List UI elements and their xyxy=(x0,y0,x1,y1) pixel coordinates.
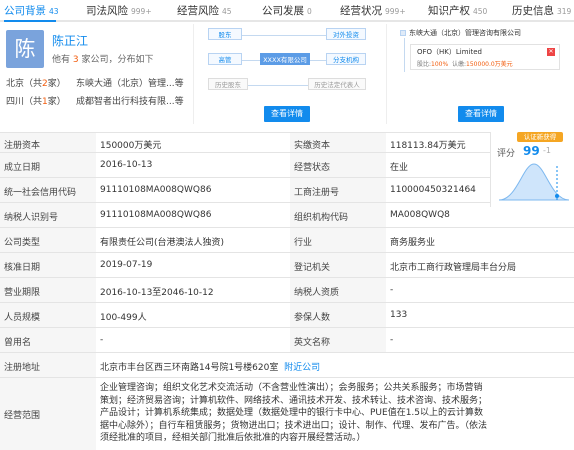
score-value: 99 xyxy=(523,144,540,158)
registered-address: 北京市丰台区西三环南路14号院1号楼620室 附近公司 xyxy=(100,363,321,373)
score-card[interactable]: 认证新获得 评分 99 -1 xyxy=(490,132,574,207)
person-description: 他有 3 家公司，分布如下 xyxy=(52,55,154,65)
parent-company[interactable]: 东峡大通（北京）管理咨询有限公司 xyxy=(400,28,521,38)
table-row: 统一社会信用代码 91110108MA008QWQ86 工商注册号 110000… xyxy=(0,177,574,202)
avatar: 陈 xyxy=(6,30,44,68)
node-company-center: XXXX有限公司 xyxy=(260,53,310,65)
tab-company-background[interactable]: 公司背景 43 xyxy=(4,2,59,20)
investment-company-name: OFO（HK）Limited xyxy=(417,48,483,56)
node-investment: 对外投资 xyxy=(326,28,366,40)
investment-card[interactable]: OFO（HK）Limited ✕ 股比:100% 认缴:150000.0万美元 xyxy=(410,44,560,70)
nearby-companies-link[interactable]: 附近公司 xyxy=(284,363,320,373)
node-history-shareholder: 历史股东 xyxy=(208,78,248,90)
panel-divider xyxy=(386,24,387,124)
person-name[interactable]: 陈正江 xyxy=(52,32,88,49)
business-scope: 企业管理咨询；组织文化艺术交流活动（不含营业性演出）；会务服务；公共关系服务；市… xyxy=(100,383,488,443)
table-row: 人员规模 100-499人 参保人数 133 xyxy=(0,302,574,327)
region-row-sichuan[interactable]: 四川（共1家） 成都智者出行科技有限...等 xyxy=(6,94,184,107)
table-row: 纳税人识别号 91110108MA008QWQ86 组织机构代码 MA008QW… xyxy=(0,202,574,227)
tab-judicial-risk[interactable]: 司法风险 999+ xyxy=(86,2,152,20)
table-row: 公司类型 有限责任公司(台港澳法人独资) 行业 商务服务业 xyxy=(0,227,574,252)
node-executive: 高管 xyxy=(208,53,242,65)
tab-history-info[interactable]: 历史信息 319 xyxy=(512,2,571,20)
node-shareholder: 股东 xyxy=(208,28,242,40)
table-row: 经营范围 企业管理咨询；组织文化艺术交流活动（不含营业性演出）；会务服务；公共关… xyxy=(0,377,574,450)
tab-intellectual-property[interactable]: 知识产权 450 xyxy=(428,2,487,20)
table-row: 营业期限 2016-10-13至2046-10-12 纳税人资质 - xyxy=(0,277,574,302)
score-badge: 认证新获得 xyxy=(517,132,563,142)
node-history-legal: 历史法定代表人 xyxy=(308,78,366,90)
investment-meta: 股比:100% 认缴:150000.0万美元 xyxy=(417,61,513,68)
score-distribution-curve xyxy=(499,163,569,201)
table-row: 注册地址 北京市丰台区西三环南路14号院1号楼620室 附近公司 xyxy=(0,352,574,377)
table-row: 成立日期 2016-10-13 经营状态 在业 xyxy=(0,152,574,177)
company-icon xyxy=(400,30,406,36)
view-details-button[interactable]: 查看详情 xyxy=(264,106,310,122)
panel-divider xyxy=(193,24,194,124)
tab-bar: 公司背景 43 司法风险 999+ 经营风险 45 公司发展 0 经营状况 999+ 知识… xyxy=(0,0,574,22)
table-row: 曾用名 - 英文名称 - xyxy=(0,327,574,352)
table-row: 注册资本 150000万美元 实缴资本 118113.84万美元 xyxy=(0,132,574,152)
investment-panel: 东峡大通（北京）管理咨询有限公司 OFO（HK）Limited ✕ 股比:100… xyxy=(388,22,574,124)
tab-business-status[interactable]: 经营状况 999+ xyxy=(340,2,406,20)
legal-person-panel: 陈 陈正江 他有 3 家公司，分布如下 北京（共2家） 东峡大通（北京）管理..… xyxy=(0,22,192,124)
table-row: 核准日期 2019-07-19 登记机关 北京市工商行政管理局丰台分局 xyxy=(0,252,574,277)
tab-company-development[interactable]: 公司发展 0 xyxy=(262,2,312,20)
close-icon[interactable]: ✕ xyxy=(547,48,555,56)
relationship-diagram: 股东 对外投资 高管 XXXX有限公司 分支机构 历史股东 历史法定代表人 查看… xyxy=(196,22,384,124)
connector-line xyxy=(404,38,405,72)
tab-operational-risk[interactable]: 经营风险 45 xyxy=(177,2,232,20)
region-row-beijing[interactable]: 北京（共2家） 东峡大通（北京）管理...等 xyxy=(6,76,184,89)
region-company-link[interactable]: 成都智者出行科技有限...等 xyxy=(76,94,184,107)
score-delta: -1 xyxy=(543,146,551,155)
node-branch: 分支机构 xyxy=(326,53,366,65)
view-details-button[interactable]: 查看详情 xyxy=(458,106,504,122)
region-company-link[interactable]: 东峡大通（北京）管理...等 xyxy=(76,76,184,89)
score-label: 评分 xyxy=(497,149,516,159)
